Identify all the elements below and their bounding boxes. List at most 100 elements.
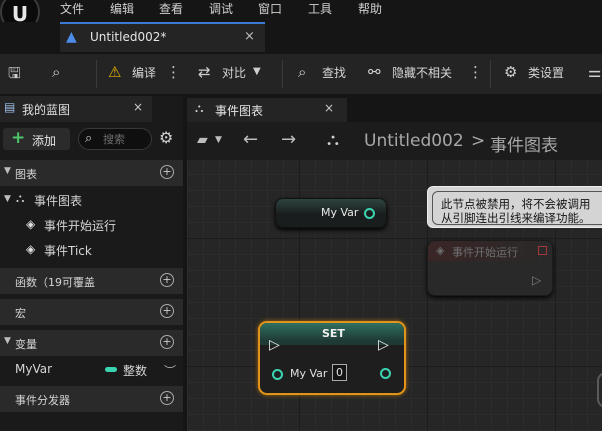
graph-icon: ⛬ xyxy=(16,191,25,205)
expand-arrow-icon[interactable]: ▼ xyxy=(4,166,11,176)
forward-arrow-icon[interactable]: → xyxy=(281,129,296,150)
get-myvar-node[interactable]: My Var xyxy=(275,198,387,228)
output-pin-icon[interactable] xyxy=(380,368,391,379)
menu-tools[interactable]: 工具 xyxy=(308,0,332,17)
menu-debug[interactable]: 调试 xyxy=(209,0,233,17)
visibility-eye-icon[interactable]: ︶ xyxy=(164,362,176,379)
my-blueprint-tab[interactable]: ▤ 我的蓝图 × xyxy=(0,96,152,122)
node-header: ◈ 事件开始运行 xyxy=(428,241,552,261)
blueprint-icon: ▲ xyxy=(66,29,77,45)
add-button[interactable]: + 添加 xyxy=(3,128,70,150)
variable-row[interactable]: MyVar 整数 ︶ xyxy=(0,358,183,382)
hide-unrelated-button[interactable]: 隐藏不相关 xyxy=(392,64,452,81)
graph-icon: ⛬ xyxy=(327,130,339,150)
chevron-down-icon[interactable]: ▼ xyxy=(253,66,261,77)
expand-arrow-icon[interactable]: ▼ xyxy=(4,194,11,204)
compile-options-icon[interactable]: ⋮ xyxy=(166,63,181,81)
toolbar-divider xyxy=(282,60,283,88)
search-input[interactable] xyxy=(103,132,149,147)
tree-item-label: 事件Tick xyxy=(44,244,92,258)
close-icon[interactable]: × xyxy=(133,100,143,114)
expand-arrow-icon[interactable]: ▼ xyxy=(4,336,11,346)
plus-icon: + xyxy=(11,128,26,148)
menu-help[interactable]: 帮助 xyxy=(358,0,382,17)
set-myvar-node[interactable]: SET ▷ ▷ My Var 0 xyxy=(258,321,406,395)
menu-bar: U 文件 编辑 查看 调试 窗口 工具 帮助 xyxy=(0,0,602,32)
add-macro-icon[interactable]: + xyxy=(160,304,174,318)
tree-item-event-graph[interactable]: ▼ ⛬ 事件图表 xyxy=(0,188,183,212)
graph-canvas[interactable]: My Var 此节点被禁用，将不会被调用 从引脚连出引线来编译功能。 ◈ 事件开… xyxy=(187,160,602,431)
diff-icon[interactable]: ⇄ xyxy=(198,63,211,81)
tree-item-event-tick[interactable]: ◈ 事件Tick xyxy=(0,238,183,262)
add-function-icon[interactable]: + xyxy=(160,273,174,287)
document-tab[interactable]: ▲ Untitled002* × xyxy=(60,22,265,52)
exec-out-pin-icon[interactable]: ▷ xyxy=(532,273,541,287)
graph-toolbar: ▰ ▼ ← → ⛬ Untitled002 > 事件图表 xyxy=(187,122,602,160)
find-button[interactable]: 查找 xyxy=(322,64,346,81)
section-functions[interactable]: 函数（19可覆盖 + xyxy=(0,268,183,294)
breadcrumb-root[interactable]: Untitled002 xyxy=(364,131,464,151)
breadcrumb-leaf: 事件图表 xyxy=(490,136,558,156)
compile-button[interactable]: 编译 xyxy=(132,64,156,81)
delegate-pin-icon[interactable] xyxy=(538,246,547,255)
diff-button[interactable]: 对比 xyxy=(222,64,246,81)
variable-name: MyVar xyxy=(15,362,53,376)
offscreen-node-edge xyxy=(597,372,602,408)
event-icon: ◈ xyxy=(26,242,36,256)
disabled-tooltip: 此节点被禁用，将不会被调用 从引脚连出引线来编译功能。 xyxy=(427,186,602,228)
class-defaults-icon[interactable]: ⚌ xyxy=(588,63,601,81)
menu-file[interactable]: 文件 xyxy=(60,0,84,17)
tooltip-line-2: 从引脚连出引线来编译功能。 xyxy=(441,211,591,225)
close-icon[interactable]: × xyxy=(244,29,255,44)
back-arrow-icon[interactable]: ← xyxy=(243,129,258,150)
exec-in-pin-icon[interactable]: ▷ xyxy=(269,337,280,353)
add-variable-icon[interactable]: + xyxy=(160,335,174,349)
chevron-down-icon[interactable]: ▼ xyxy=(215,135,222,145)
section-variables[interactable]: ▼ 变量 + xyxy=(0,330,183,356)
toolbar-divider xyxy=(490,60,491,88)
breadcrumb-separator: > xyxy=(471,131,486,151)
add-button-label: 添加 xyxy=(32,134,57,148)
tree-item-label: 事件图表 xyxy=(34,194,83,208)
graph-icon: ⛬ xyxy=(195,101,204,115)
event-graph-tab[interactable]: ⛬ 事件图表 × xyxy=(187,98,347,122)
menu-window[interactable]: 窗口 xyxy=(258,0,282,17)
search-box[interactable]: ⌕ xyxy=(78,128,152,150)
add-dispatcher-icon[interactable]: + xyxy=(160,391,174,405)
hide-unrelated-icon[interactable]: ⚯ xyxy=(368,63,381,81)
menu-view[interactable]: 查看 xyxy=(159,0,183,17)
section-macros[interactable]: 宏 + xyxy=(0,299,183,325)
gear-icon[interactable]: ⚙ xyxy=(504,63,517,81)
save-icon[interactable]: 🖫 xyxy=(8,63,21,88)
section-variables-label: 变量 xyxy=(15,338,37,351)
gear-icon[interactable]: ⚙ xyxy=(159,128,173,147)
set-node-title: SET xyxy=(322,327,345,340)
main-toolbar: 🖫 ⌕ ⚠ 编译 ⋮ ⇄ 对比 ▼ ⌕ 查找 ⚯ 隐藏不相关 ⋮ ⚙ 类设置 ⚌ xyxy=(0,54,602,94)
disabled-begin-play-node[interactable]: ◈ 事件开始运行 ▷ xyxy=(427,240,553,296)
output-pin-icon[interactable] xyxy=(364,208,375,219)
hide-options-icon[interactable]: ⋮ xyxy=(468,63,483,81)
exec-out-pin-icon[interactable]: ▷ xyxy=(378,337,389,353)
section-graphs[interactable]: ▼ 图表 + xyxy=(0,160,183,186)
tree-item-event-begin-play[interactable]: ◈ 事件开始运行 xyxy=(0,213,183,237)
class-settings-button[interactable]: 类设置 xyxy=(528,64,564,81)
input-pin-icon[interactable] xyxy=(272,369,283,380)
menu-edit[interactable]: 编辑 xyxy=(110,0,134,17)
search-icon[interactable]: ⌕ xyxy=(298,63,306,81)
compile-status-icon[interactable]: ⚠ xyxy=(108,63,121,81)
section-event-dispatchers[interactable]: 事件分发器 + xyxy=(0,386,183,412)
bookmark-icon[interactable]: ▰ xyxy=(197,132,208,148)
event-graph-tab-title: 事件图表 xyxy=(215,104,264,118)
variable-type: 整数 xyxy=(123,364,148,378)
close-icon[interactable]: × xyxy=(324,101,334,115)
browse-icon[interactable]: ⌕ xyxy=(52,63,60,81)
book-icon: ▤ xyxy=(4,100,16,114)
search-icon: ⌕ xyxy=(85,131,93,146)
tree-item-label: 事件开始运行 xyxy=(44,219,117,233)
event-icon: ◈ xyxy=(436,244,445,257)
add-graph-icon[interactable]: + xyxy=(160,165,174,179)
section-graphs-label: 图表 xyxy=(15,168,37,181)
get-node-label: My Var xyxy=(321,206,359,219)
set-value-field[interactable]: 0 xyxy=(332,364,347,381)
document-tab-title: Untitled002* xyxy=(90,30,167,44)
